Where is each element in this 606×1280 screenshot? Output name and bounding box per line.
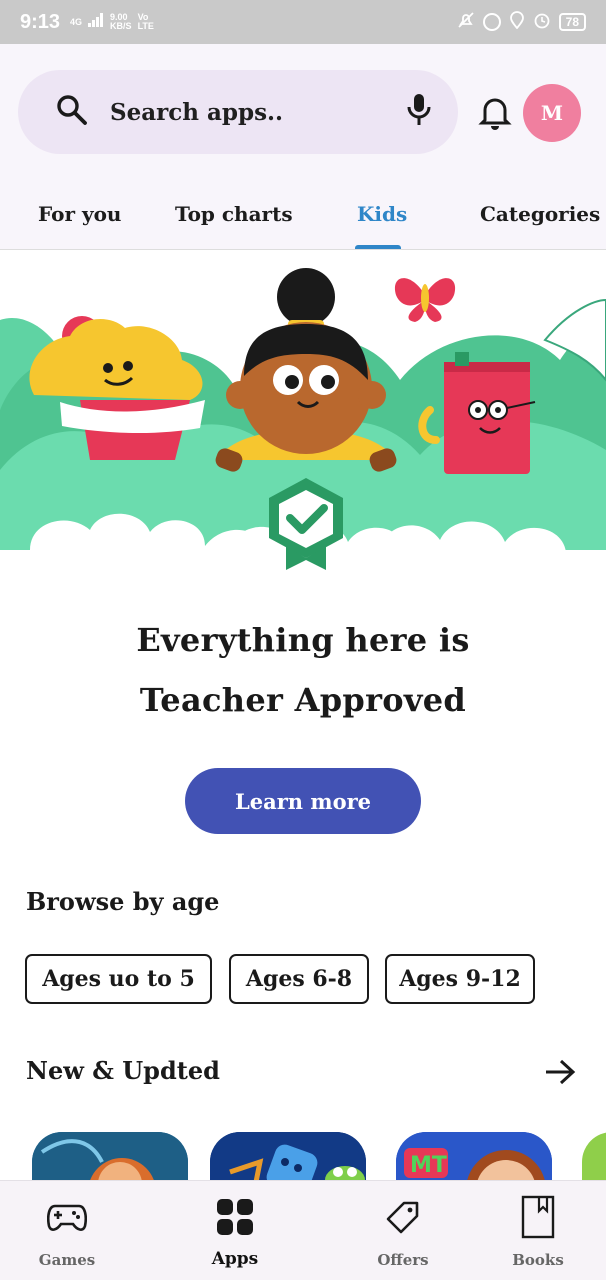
location-icon (509, 10, 525, 34)
top-bar: Search apps.. M For you Top charts Kids … (0, 44, 606, 250)
microphone-icon[interactable] (406, 92, 432, 132)
age-chip-9-12[interactable]: Ages 9-12 (385, 954, 535, 1004)
speed-unit: KB/S (110, 21, 132, 31)
new-apps-row: MT (0, 1128, 606, 1180)
app-thumbnail[interactable] (32, 1132, 188, 1180)
apps-grid-icon (215, 1197, 255, 1237)
search-bar[interactable]: Search apps.. (18, 70, 458, 154)
tab-bar: For you Top charts Kids Categories (0, 194, 606, 250)
headline-line-1: Everything here is (136, 621, 470, 659)
alarm-icon (533, 11, 551, 34)
new-updated-title: New & Updted (26, 1056, 220, 1085)
nav-games[interactable]: Games (7, 1181, 127, 1280)
notifications-bell-icon[interactable] (478, 94, 512, 130)
status-bar: 9:13 4G 9.00 KB/S Vo LTE 78 (0, 0, 606, 44)
nav-apps-label: Apps (211, 1249, 259, 1269)
nav-books-label: Books (512, 1251, 564, 1269)
lock-rotation-icon (482, 13, 501, 31)
kids-hero-illustration (0, 250, 606, 580)
tab-for-you[interactable]: For you (38, 202, 121, 226)
app-thumbnail[interactable] (210, 1132, 366, 1180)
svg-text:MT: MT (410, 1153, 447, 1178)
see-more-arrow-icon[interactable] (544, 1057, 576, 1087)
network-type: 4G (70, 16, 83, 27)
search-input[interactable]: Search apps.. (110, 99, 406, 126)
browse-by-age-title: Browse by age (26, 887, 220, 916)
nav-offers[interactable]: Offers (343, 1181, 463, 1280)
app-thumbnail[interactable]: MT (396, 1132, 552, 1180)
network-speed: 9.00 KB/S (110, 13, 132, 31)
status-icons: 78 (457, 10, 586, 34)
network-indicator: 4G (70, 16, 83, 27)
status-time: 9:13 (20, 10, 61, 33)
nav-books[interactable]: Books (478, 1181, 598, 1280)
learn-more-button[interactable]: Learn more (185, 768, 421, 834)
nav-apps[interactable]: Apps (175, 1181, 295, 1280)
hero-headline: Everything here is Teacher Approved (0, 610, 606, 730)
mute-icon (457, 11, 475, 34)
age-chip-6-8[interactable]: Ages 6-8 (229, 954, 369, 1004)
tab-top-charts[interactable]: Top charts (175, 202, 293, 226)
profile-avatar[interactable]: M (523, 84, 581, 142)
nav-games-label: Games (38, 1251, 96, 1269)
bottom-navigation: Games Apps Offers Books (0, 1180, 606, 1280)
headline-line-2: Teacher Approved (139, 681, 467, 719)
nav-offers-label: Offers (377, 1251, 429, 1269)
search-icon[interactable] (56, 94, 88, 130)
tag-icon (383, 1197, 423, 1237)
tab-categories[interactable]: Categories (480, 202, 600, 226)
gamepad-icon (47, 1197, 87, 1237)
signal-icon (88, 12, 104, 32)
age-chip-up-to-5[interactable]: Ages uo to 5 (25, 954, 212, 1004)
app-thumbnail[interactable] (582, 1132, 606, 1180)
volte-bottom: LTE (137, 21, 154, 31)
tab-kids[interactable]: Kids (357, 202, 407, 226)
volte-indicator: Vo LTE (138, 13, 154, 31)
book-icon (518, 1195, 558, 1239)
battery-indicator: 78 (558, 13, 586, 31)
